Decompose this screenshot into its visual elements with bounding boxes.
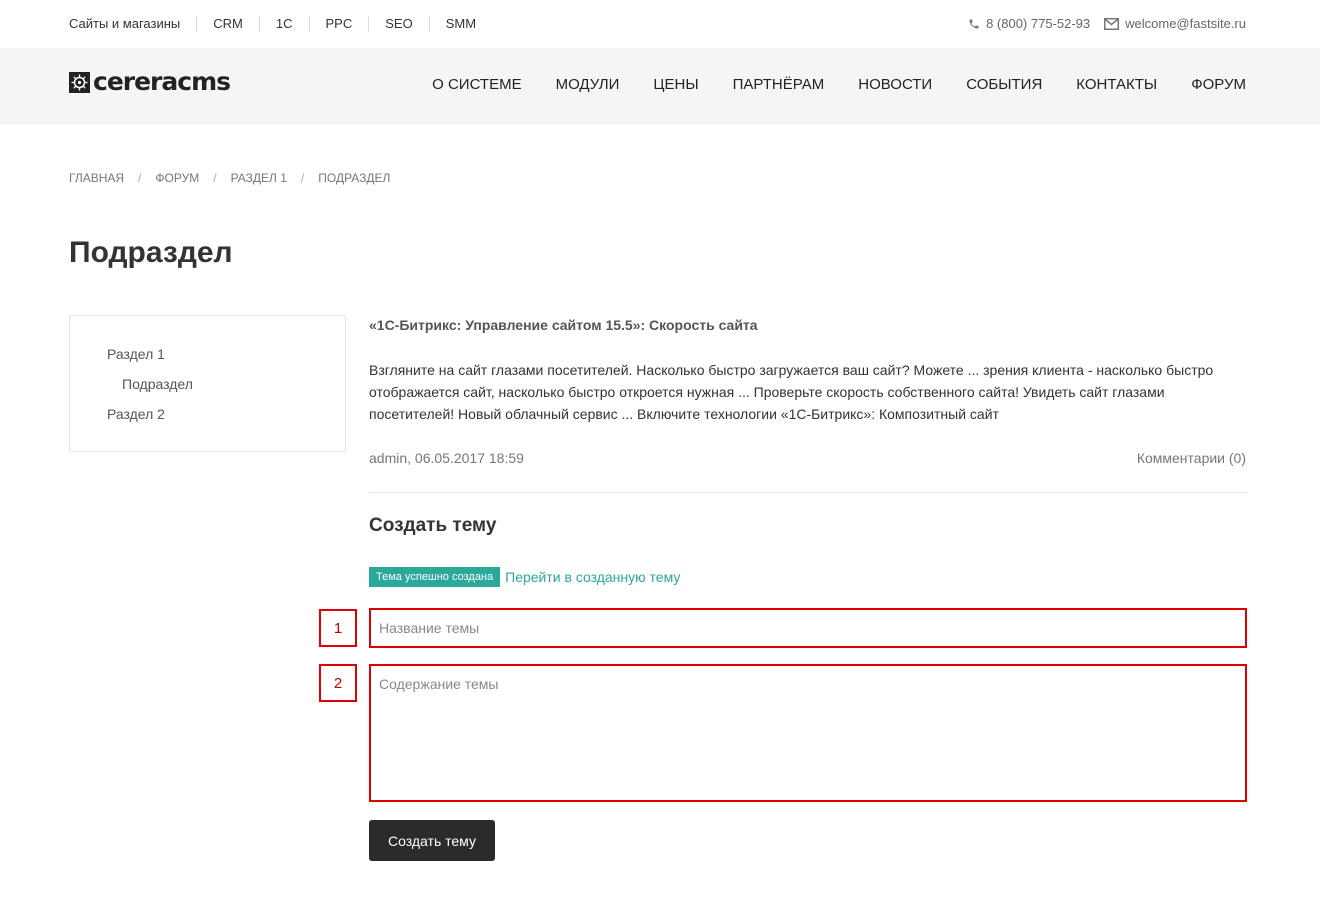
top-nav-item-seo[interactable]: SEO <box>368 16 428 32</box>
main-nav-about[interactable]: О системе <box>432 76 521 93</box>
header: cereracms О системе Модули Цены Партнёра… <box>0 48 1320 125</box>
main-nav-forum[interactable]: Форум <box>1191 76 1246 93</box>
top-bar: Сайты и магазины CRM 1С PPC SEO SMM 8 (8… <box>0 0 1320 48</box>
post-body: Взгляните на сайт глазами посетителей. Н… <box>369 362 1214 422</box>
email-address: welcome@fastsite.ru <box>1125 16 1246 31</box>
top-nav: Сайты и магазины CRM 1С PPC SEO SMM <box>69 16 492 32</box>
success-badge: Тема успешно создана <box>369 567 501 587</box>
breadcrumb-separator: / <box>213 171 217 185</box>
create-topic-button[interactable]: Создать тему <box>369 820 495 861</box>
goto-topic-link[interactable]: Перейти в созданную тему <box>505 569 680 585</box>
contacts: 8 (800) 775-52-93 welcome@fastsite.ru <box>968 16 1246 31</box>
phone-icon <box>969 19 979 28</box>
breadcrumb: Главная / Форум / Раздел 1 / Подраздел <box>69 171 390 185</box>
breadcrumb-separator: / <box>300 171 305 185</box>
phone-number: 8 (800) 775-52-93 <box>986 16 1091 31</box>
top-nav-item-sites[interactable]: Сайты и магазины <box>69 16 196 32</box>
breadcrumb-separator: / <box>138 171 142 185</box>
main-nav: О системе Модули Цены Партнёрам Новости … <box>398 76 1246 93</box>
topic-content-textarea[interactable] <box>369 664 1247 802</box>
divider <box>369 492 1247 493</box>
forum-sidebar: Раздел 1 Подраздел Раздел 2 <box>69 315 346 452</box>
main-nav-news[interactable]: Новости <box>858 76 932 93</box>
logo-icon <box>69 71 90 93</box>
logo-text: cereracms <box>93 67 231 96</box>
sidebar-item-section-2[interactable]: Раздел 2 <box>107 406 345 422</box>
sidebar-item-subsection[interactable]: Подраздел <box>107 376 345 392</box>
post-title[interactable]: «1С-Битрикс: Управление сайтом 15.5»: Ск… <box>369 317 758 333</box>
email-contact[interactable]: welcome@fastsite.ru <box>1104 16 1246 31</box>
main-nav-prices[interactable]: Цены <box>653 76 698 93</box>
envelope-icon <box>1104 17 1120 30</box>
main-nav-partners[interactable]: Партнёрам <box>733 76 825 93</box>
phone-contact[interactable]: 8 (800) 775-52-93 <box>968 16 1090 31</box>
sidebar-item-section-1[interactable]: Раздел 1 <box>107 346 345 362</box>
top-nav-item-smm[interactable]: SMM <box>428 16 492 32</box>
top-nav-item-ppc[interactable]: PPC <box>308 16 369 32</box>
breadcrumb-forum[interactable]: Форум <box>155 171 199 185</box>
main-nav-contacts[interactable]: Контакты <box>1076 76 1157 93</box>
annotation-marker-2: 2 <box>319 664 357 702</box>
top-nav-item-crm[interactable]: CRM <box>196 16 259 32</box>
breadcrumb-section-1[interactable]: Раздел 1 <box>231 171 287 185</box>
breadcrumb-current: Подраздел <box>318 171 391 185</box>
logo[interactable]: cereracms <box>69 67 231 96</box>
post-meta: admin, 06.05.2017 18:59 <box>369 450 524 466</box>
post-comments-link[interactable]: Комментарии (0) <box>1137 450 1246 466</box>
success-message: Тема успешно создана Перейти в созданную… <box>369 567 680 587</box>
create-topic-title: Создать тему <box>369 515 497 536</box>
annotation-marker-1: 1 <box>319 609 357 647</box>
page-title: Подраздел <box>69 236 233 269</box>
top-nav-item-1c[interactable]: 1С <box>258 16 309 32</box>
breadcrumb-home[interactable]: Главная <box>69 171 124 185</box>
topic-name-input[interactable] <box>369 608 1247 648</box>
main-nav-events[interactable]: События <box>966 76 1042 93</box>
main-nav-modules[interactable]: Модули <box>556 76 620 93</box>
